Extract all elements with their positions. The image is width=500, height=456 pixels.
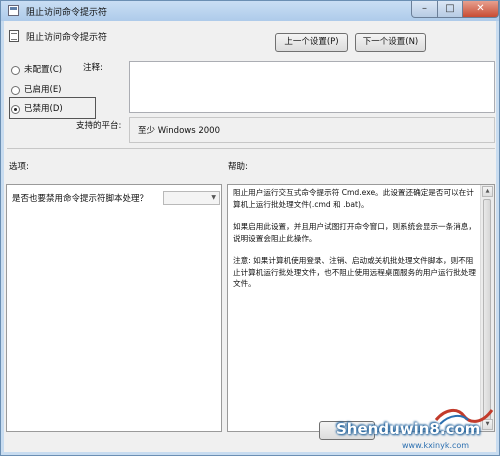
help-paragraph-1: 阻止用户运行交互式命令提示符 Cmd.exe。此设置还确定是否可以在计算机上运行… <box>233 188 474 209</box>
previous-setting-button[interactable]: 上一个设置(P) <box>275 33 348 52</box>
comment-textarea[interactable] <box>129 61 495 113</box>
close-button[interactable]: ✕ <box>462 1 499 18</box>
window-title: 阻止访问命令提示符 <box>26 8 108 18</box>
comment-label: 注释: <box>83 63 103 73</box>
radio-not-configured-circle[interactable] <box>11 65 20 75</box>
window-icon <box>8 5 19 16</box>
supported-platform-box: 至少 Windows 2000 <box>129 117 495 143</box>
supported-platform-value: 至少 Windows 2000 <box>138 126 220 136</box>
minimize-button[interactable]: – <box>411 1 438 18</box>
dialog-client-area: 阻止访问命令提示符 上一个设置(P) 下一个设置(N) 未配置(C) 已启用(E… <box>4 21 496 452</box>
options-pane: 是否也要禁用命令提示符脚本处理？ ▼ <box>6 184 222 432</box>
watermark-main-text: Shenduwin8.com <box>336 420 481 438</box>
options-question: 是否也要禁用命令提示符脚本处理？ <box>12 194 149 204</box>
watermark: Shenduwin8.com www.kxinyk.com <box>336 406 496 454</box>
section-divider <box>7 148 495 149</box>
radio-not-configured-label: 未配置(C) <box>24 65 63 75</box>
script-processing-dropdown[interactable]: ▼ <box>163 191 220 205</box>
help-label: 帮助: <box>228 162 248 172</box>
watermark-sub-text: www.kxinyk.com <box>402 441 470 450</box>
focus-rectangle <box>9 97 96 119</box>
next-setting-button[interactable]: 下一个设置(N) <box>355 33 426 52</box>
supported-platform-label: 支持的平台: <box>76 121 122 131</box>
setting-name: 阻止访问命令提示符 <box>26 33 108 43</box>
help-paragraph-3: 注意: 如果计算机使用登录、注销、启动或关机批处理文件脚本，则不阻止计算机运行批… <box>233 256 476 288</box>
help-text: 阻止用户运行交互式命令提示符 Cmd.exe。此设置还确定是否可以在计算机上运行… <box>233 187 480 301</box>
options-label: 选项: <box>9 162 29 172</box>
radio-enabled-circle[interactable] <box>11 85 20 95</box>
help-scrollbar[interactable]: ▲ ▼ <box>480 185 494 431</box>
radio-not-configured[interactable]: 未配置(C) <box>11 63 62 77</box>
help-paragraph-2: 如果启用此设置，并且用户试图打开命令窗口，则系统会显示一条消息，说明设置会阻止此… <box>233 222 476 243</box>
chevron-down-icon: ▼ <box>211 194 216 201</box>
maximize-button[interactable]: □ <box>437 1 463 18</box>
radio-enabled-label: 已启用(E) <box>24 85 62 95</box>
radio-enabled[interactable]: 已启用(E) <box>11 83 62 97</box>
help-pane: 阻止用户运行交互式命令提示符 Cmd.exe。此设置还确定是否可以在计算机上运行… <box>227 184 495 432</box>
setting-icon <box>9 30 19 42</box>
policy-editor-window: 阻止访问命令提示符 – □ ✕ 阻止访问命令提示符 上一个设置(P) 下一个设置… <box>0 0 500 456</box>
scroll-thumb[interactable] <box>483 199 491 429</box>
title-bar[interactable]: 阻止访问命令提示符 – □ ✕ <box>1 1 499 21</box>
scroll-up-arrow-icon[interactable]: ▲ <box>482 186 493 197</box>
